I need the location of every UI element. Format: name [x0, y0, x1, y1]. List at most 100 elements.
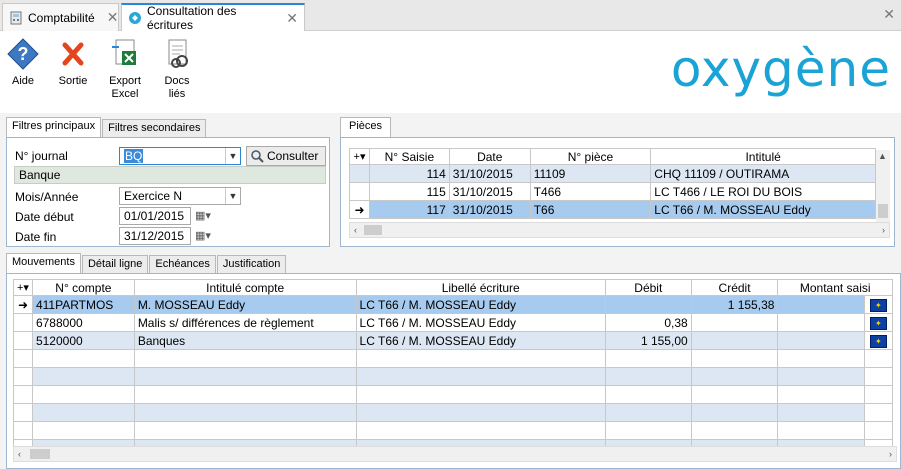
table-row[interactable]: 114 31/10/2015 11109 CHQ 11109 / OUTIRAM… — [349, 164, 876, 183]
journal-select[interactable]: BQ ▼ — [119, 147, 241, 165]
journal-label: N° journal — [15, 149, 68, 163]
cell-intitule: LC T466 / LE ROI DU BOIS — [650, 182, 876, 201]
tab-echeances[interactable]: Echéances — [149, 255, 216, 273]
col-compte[interactable]: N° compte — [31, 279, 135, 296]
tab-main-filters[interactable]: Filtres principaux — [6, 117, 102, 137]
cell-intitule: Banques — [133, 331, 357, 350]
calculator-icon — [9, 11, 23, 25]
cell-credit — [690, 313, 779, 332]
scroll-thumb[interactable] — [364, 225, 382, 235]
close-icon[interactable]: ✕ — [107, 9, 119, 26]
empty-row — [13, 349, 894, 368]
docs-label-1: Docs — [164, 75, 190, 87]
cell-libelle: LC T66 / M. MOSSEAU Eddy — [355, 313, 606, 332]
col-date[interactable]: Date — [448, 148, 531, 165]
chevron-left-icon[interactable]: ‹ — [354, 223, 357, 237]
row-indicator — [349, 182, 370, 201]
chevron-right-icon[interactable]: › — [882, 223, 885, 237]
tab-label: Comptabilité — [28, 10, 95, 25]
tab-justification[interactable]: Justification — [216, 255, 287, 273]
cell-date: 31/10/2015 — [448, 200, 531, 219]
cell-debit: 1 155,00 — [604, 331, 692, 350]
col-intitule-compte[interactable]: Intitulé compte — [133, 279, 357, 296]
cell-intitule: M. MOSSEAU Eddy — [133, 295, 357, 314]
cell-compte: 5120000 — [31, 331, 135, 350]
cell-libelle: LC T66 / M. MOSSEAU Eddy — [355, 295, 606, 314]
scroll-thumb[interactable] — [878, 204, 888, 218]
cell-intitule: Malis s/ différences de règlement — [133, 313, 357, 332]
add-column-icon[interactable]: +▾ — [349, 148, 370, 165]
help-icon: ? — [6, 37, 40, 71]
chevron-left-icon[interactable]: ‹ — [18, 447, 21, 461]
logo-text: oxygène — [670, 40, 891, 98]
help-button[interactable]: ? Aide — [0, 37, 48, 88]
row-indicator — [13, 331, 33, 350]
oxygene-logo: oxygène — [671, 39, 891, 99]
table-row[interactable]: 115 31/10/2015 T466 LC T466 / LE ROI DU … — [349, 182, 876, 201]
tab-detail-ligne[interactable]: Détail ligne — [81, 255, 149, 273]
col-libelle[interactable]: Libellé écriture — [355, 279, 606, 296]
chevron-right-icon[interactable]: › — [889, 447, 892, 461]
pieces-table: +▾ N° Saisie Date N° pièce Intitulé 114 … — [349, 148, 876, 219]
col-saisie[interactable]: N° Saisie — [368, 148, 450, 165]
calendar-icon[interactable]: ▦▾ — [195, 209, 211, 222]
end-date-label: Date fin — [15, 230, 57, 244]
tab-consultation[interactable]: Consultation des écritures ✕ — [121, 3, 305, 32]
calendar-icon[interactable]: ▦▾ — [195, 229, 211, 242]
svg-text:?: ? — [18, 44, 29, 64]
scroll-thumb[interactable] — [30, 449, 50, 459]
window-close-icon[interactable]: ✕ — [883, 6, 895, 23]
tab-secondary-filters[interactable]: Filtres secondaires — [102, 119, 207, 137]
table-row[interactable]: ➜ 411PARTMOS M. MOSSEAU Eddy LC T66 / M.… — [13, 295, 894, 314]
euro-flag-icon[interactable] — [863, 295, 894, 314]
euro-flag-icon[interactable] — [863, 313, 894, 332]
end-date-input[interactable]: 31/12/2015 — [119, 227, 191, 245]
start-date-input[interactable]: 01/01/2015 — [119, 207, 191, 225]
table-row[interactable]: 5120000 Banques LC T66 / M. MOSSEAU Eddy… — [13, 331, 894, 350]
docs-label-2: liés — [168, 88, 186, 100]
linked-docs-button[interactable]: Docs liés — [152, 37, 202, 101]
row-indicator — [13, 313, 33, 332]
cell-credit — [690, 331, 779, 350]
close-icon[interactable]: ✕ — [286, 10, 298, 27]
export-excel-button[interactable]: Export Excel — [100, 37, 150, 101]
chevron-up-icon[interactable]: ▲ — [878, 151, 887, 161]
cell-debit: 0,38 — [604, 313, 692, 332]
consult-button[interactable]: Consulter — [246, 146, 326, 166]
cell-montant — [777, 331, 865, 350]
cell-libelle: LC T66 / M. MOSSEAU Eddy — [355, 331, 606, 350]
cell-compte: 6788000 — [31, 313, 135, 332]
arrow-right-icon: ➜ — [13, 295, 33, 314]
table-row[interactable]: 6788000 Malis s/ différences de règlemen… — [13, 313, 894, 332]
tab-comptabilite[interactable]: Comptabilité ✕ — [2, 3, 119, 31]
bottom-tabs: Mouvements Détail ligne Echéances Justif… — [6, 253, 287, 275]
toolbar: ? Aide Sortie Export Excel Docs liés oxy… — [0, 31, 901, 113]
col-credit[interactable]: Crédit — [690, 279, 779, 296]
empty-row — [13, 421, 894, 440]
mouvements-panel: +▾ N° compte Intitulé compte Libellé écr… — [6, 273, 901, 469]
mouvements-hscrollbar[interactable]: ‹ › — [13, 446, 897, 462]
pieces-hscrollbar[interactable]: ‹ › — [349, 222, 890, 238]
cell-montant — [777, 313, 865, 332]
euro-flag-icon[interactable] — [863, 331, 894, 350]
col-montant-saisi[interactable]: Montant saisi — [777, 279, 893, 296]
add-column-icon[interactable]: +▾ — [13, 279, 33, 296]
chevron-down-icon[interactable]: ▼ — [225, 148, 240, 164]
cell-intitule: LC T66 / M. MOSSEAU Eddy — [650, 200, 876, 219]
pieces-vscrollbar[interactable]: ▲ — [876, 150, 890, 222]
chevron-down-icon[interactable]: ▼ — [225, 188, 240, 204]
filter-tabs: Filtres principaux Filtres secondaires — [6, 117, 207, 139]
col-intitule[interactable]: Intitulé — [650, 148, 876, 165]
help-label: Aide — [11, 75, 35, 87]
table-row[interactable]: ➜ 117 31/10/2015 T66 LC T66 / M. MOSSEAU… — [349, 200, 876, 219]
period-select[interactable]: Exercice N ▼ — [119, 187, 241, 205]
col-debit[interactable]: Débit — [604, 279, 692, 296]
cell-montant — [777, 295, 865, 314]
col-piece[interactable]: N° pièce — [529, 148, 652, 165]
cell-piece: T466 — [529, 182, 652, 201]
tab-mouvements[interactable]: Mouvements — [6, 253, 81, 273]
pieces-panel: +▾ N° Saisie Date N° pièce Intitulé 114 … — [340, 137, 895, 247]
tab-pieces[interactable]: Pièces — [340, 117, 392, 137]
exit-button[interactable]: Sortie — [48, 37, 98, 88]
cell-saisie: 117 — [368, 200, 450, 219]
